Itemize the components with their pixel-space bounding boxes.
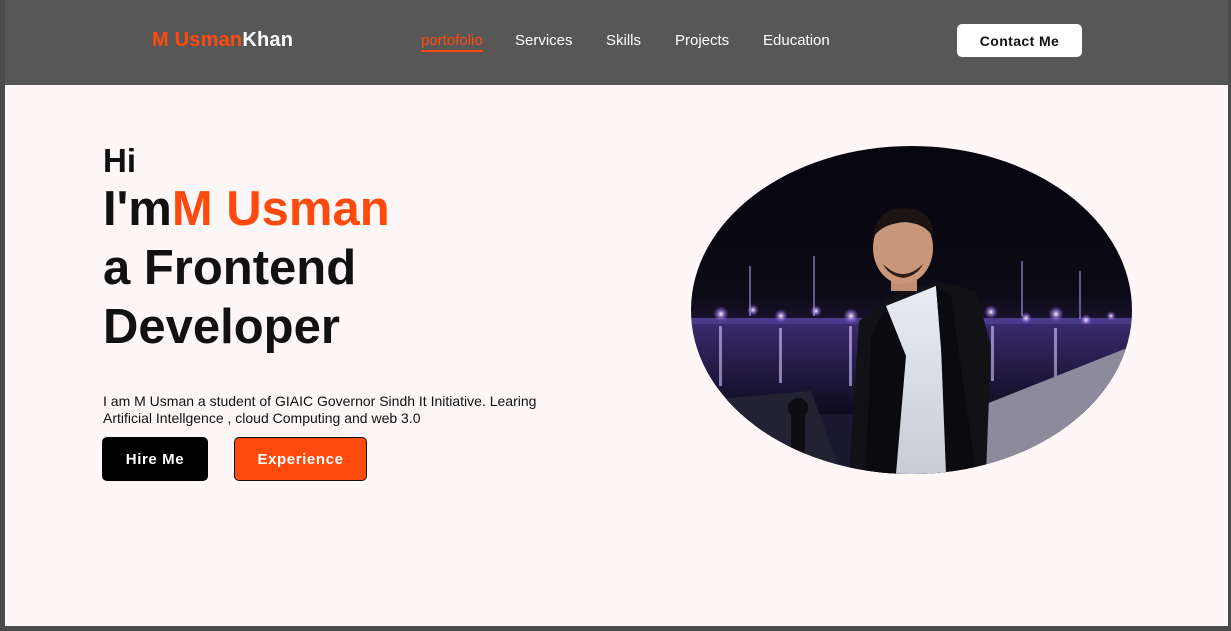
experience-button[interactable]: Experience xyxy=(234,437,367,481)
nav-link-projects[interactable]: Projects xyxy=(675,32,729,49)
hero-description: I am M Usman a student of GIAIC Governor… xyxy=(103,393,537,426)
hire-me-button[interactable]: Hire Me xyxy=(102,437,208,481)
hero-role-line2: Developer xyxy=(103,300,340,354)
hero-name: M Usman xyxy=(171,182,390,236)
profile-photo-illustration xyxy=(691,208,1132,474)
profile-photo xyxy=(691,146,1132,474)
top-navbar: M UsmanKhan portofolio Services Skills P… xyxy=(5,0,1228,85)
contact-me-button[interactable]: Contact Me xyxy=(957,24,1082,57)
hero-intro-line: I'mM Usman xyxy=(103,180,390,239)
page: M UsmanKhan portofolio Services Skills P… xyxy=(5,0,1228,626)
hero-role-line1: a Frontend xyxy=(103,241,357,295)
hero-title: I'mM Usman a Frontend Developer xyxy=(103,180,390,357)
nav-link-skills[interactable]: Skills xyxy=(606,32,641,49)
nav-link-education[interactable]: Education xyxy=(763,32,830,49)
person xyxy=(849,208,991,474)
hero-greeting: Hi xyxy=(103,142,136,179)
nav-link-services[interactable]: Services xyxy=(515,32,573,49)
nav-link-portfolio[interactable]: portofolio xyxy=(421,32,483,52)
hero-intro-prefix: I'm xyxy=(103,182,172,236)
